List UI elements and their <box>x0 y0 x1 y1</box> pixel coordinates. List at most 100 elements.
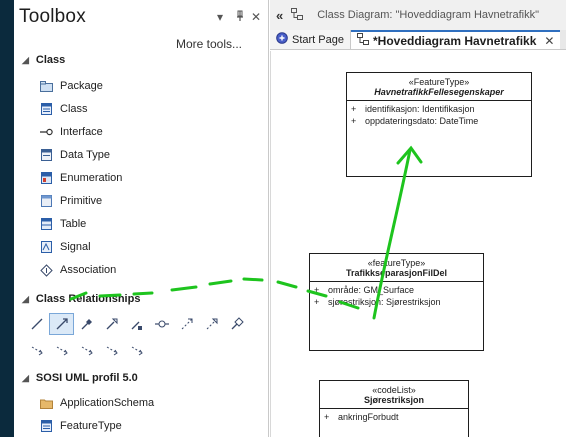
tool-class[interactable]: Class <box>40 99 88 119</box>
visibility-marker: + <box>314 285 320 295</box>
collapse-triangle-icon: ◢ <box>22 54 29 65</box>
dependency-icon[interactable] <box>174 313 199 335</box>
class-stereotype: «codeList» <box>372 385 416 395</box>
tool-label: Primitive <box>60 195 103 207</box>
primitive-icon <box>40 195 53 208</box>
attribute-text: område: GM_Surface <box>328 285 415 295</box>
class-header: «codeList» Sjørestriksjon <box>320 381 468 409</box>
tool-application-schema[interactable]: ApplicationSchema <box>40 393 154 413</box>
attribute-row[interactable]: + oppdateringsdato: DateTime <box>347 115 531 127</box>
visibility-marker: + <box>351 104 357 114</box>
data-type-icon <box>40 149 53 162</box>
visibility-marker: + <box>351 116 357 126</box>
tool-signal[interactable]: Signal <box>40 237 91 257</box>
diagram-icon <box>356 33 369 48</box>
association-icon <box>40 263 53 277</box>
section-label: SOSI UML profil 5.0 <box>35 372 138 384</box>
tab-strip: Start Page *Hoveddiagram Havnetrafikk ✕ <box>270 30 566 50</box>
diagram-icon <box>291 7 304 23</box>
close-icon[interactable]: ✕ <box>251 10 261 24</box>
composition-icon[interactable] <box>224 313 249 335</box>
visibility-marker: + <box>314 297 320 307</box>
section-sosi-uml-profil[interactable]: ◢ SOSI UML profil 5.0 <box>22 372 138 384</box>
interface-icon <box>40 126 53 139</box>
tab-label: Start Page <box>292 33 344 46</box>
tab-start-page[interactable]: Start Page <box>270 30 351 49</box>
attribute-text: ankringForbudt <box>338 412 399 422</box>
tool-package[interactable]: Package <box>40 76 103 96</box>
realization-icon[interactable] <box>124 313 149 335</box>
usage-icon[interactable] <box>24 339 49 361</box>
tool-feature-type[interactable]: FeatureType <box>40 416 122 436</box>
diagram-path-bar: « Class Diagram: "Hoveddiagram Havnetraf… <box>270 0 566 30</box>
relationship-tools-row-2 <box>24 339 149 361</box>
diagram-pane: « Class Diagram: "Hoveddiagram Havnetraf… <box>270 0 566 437</box>
table-icon <box>40 218 53 231</box>
class-attributes: + identifikasjon: Identifikasjon + oppdate… <box>347 101 531 127</box>
enumeration-icon <box>40 172 53 185</box>
tool-label: Interface <box>60 126 103 138</box>
directed-association-icon[interactable] <box>49 313 74 335</box>
aggregation-icon[interactable] <box>74 313 99 335</box>
class-attributes: + ankringForbudt <box>320 409 468 423</box>
diagram-canvas[interactable]: «FeatureType» HavnetrafikkFellesegenskap… <box>270 51 566 437</box>
section-class[interactable]: ◢ Class <box>22 54 65 66</box>
tool-label: FeatureType <box>60 420 122 432</box>
class-sjorestriksjon[interactable]: «codeList» Sjørestriksjon + ankringForbud… <box>319 380 469 437</box>
package-import-icon[interactable] <box>99 339 124 361</box>
tool-association[interactable]: Association <box>40 260 116 280</box>
tool-data-type[interactable]: Data Type <box>40 145 110 165</box>
tool-table[interactable]: Table <box>40 214 86 234</box>
attribute-row[interactable]: + identifikasjon: Identifikasjon <box>347 103 531 115</box>
tool-label: Class <box>60 103 88 115</box>
association-line-icon[interactable] <box>24 313 49 335</box>
tool-label: Enumeration <box>60 172 123 184</box>
tab-label: *Hoveddiagram Havnetrafikk <box>372 33 537 48</box>
generalization-icon[interactable] <box>99 313 124 335</box>
class-name: HavnetrafikkFellesegenskaper <box>374 87 504 97</box>
section-label: Class Relationships <box>35 293 141 305</box>
class-name: Sjørestriksjon <box>363 395 425 405</box>
section-class-relationships[interactable]: ◢ Class Relationships <box>22 293 140 305</box>
feature-type-icon <box>40 420 53 433</box>
relationship-tools-row-1 <box>24 313 249 335</box>
tool-label: Association <box>60 264 117 276</box>
nesting-icon[interactable] <box>149 313 174 335</box>
trace-icon[interactable] <box>199 313 224 335</box>
tool-enumeration[interactable]: Enumeration <box>40 168 122 188</box>
signal-icon <box>40 241 53 254</box>
attribute-text: oppdateringsdato: DateTime <box>365 116 479 126</box>
dropdown-arrow-icon[interactable]: ▾ <box>217 10 223 24</box>
diagram-path-text: Class Diagram: "Hoveddiagram Havnetrafik… <box>317 9 540 21</box>
folder-icon <box>40 397 53 410</box>
start-page-icon <box>276 32 288 47</box>
toolbox-title: Toolbox <box>19 6 86 27</box>
package-icon <box>40 80 53 93</box>
tool-label: ApplicationSchema <box>60 397 155 409</box>
close-icon[interactable]: ✕ <box>544 34 554 48</box>
class-havnetrafikk-fellesegenskaper[interactable]: «FeatureType» HavnetrafikkFellesegenskap… <box>346 72 532 177</box>
tool-interface[interactable]: Interface <box>40 122 103 142</box>
package-merge-icon[interactable] <box>124 339 149 361</box>
class-icon <box>40 103 53 116</box>
tool-label: Package <box>60 80 103 92</box>
class-attributes: + område: GM_Surface + sjørestriksjon: Sjø… <box>310 282 483 308</box>
class-header: «featureType» TrafikkseparasjonFilDel <box>310 254 483 282</box>
tool-label: Table <box>60 218 87 230</box>
abstraction-icon[interactable] <box>49 339 74 361</box>
attribute-row[interactable]: + ankringForbudt <box>320 411 468 423</box>
tool-primitive[interactable]: Primitive <box>40 191 102 211</box>
class-trafikkseparasjon-fil-del[interactable]: «featureType» TrafikkseparasjonFilDel + o… <box>309 253 484 351</box>
app-window: Toolbox ▾ ✕ More tools... ◢ Class Packag… <box>0 0 566 437</box>
pin-icon[interactable] <box>235 10 245 25</box>
collapse-triangle-icon: ◢ <box>22 372 29 383</box>
tab-hoveddiagram[interactable]: *Hoveddiagram Havnetrafikk ✕ <box>350 30 561 49</box>
collapse-chevron-icon[interactable]: « <box>276 8 283 23</box>
substitution-icon[interactable] <box>74 339 99 361</box>
attribute-row[interactable]: + sjørestriksjon: Sjørestriksjon <box>310 296 483 308</box>
attribute-row[interactable]: + område: GM_Surface <box>310 284 483 296</box>
attribute-text: sjørestriksjon: Sjørestriksjon <box>328 297 441 307</box>
section-label: Class <box>35 54 66 66</box>
more-tools-link[interactable]: More tools... <box>176 37 242 51</box>
class-header: «FeatureType» HavnetrafikkFellesegenskap… <box>347 73 531 101</box>
